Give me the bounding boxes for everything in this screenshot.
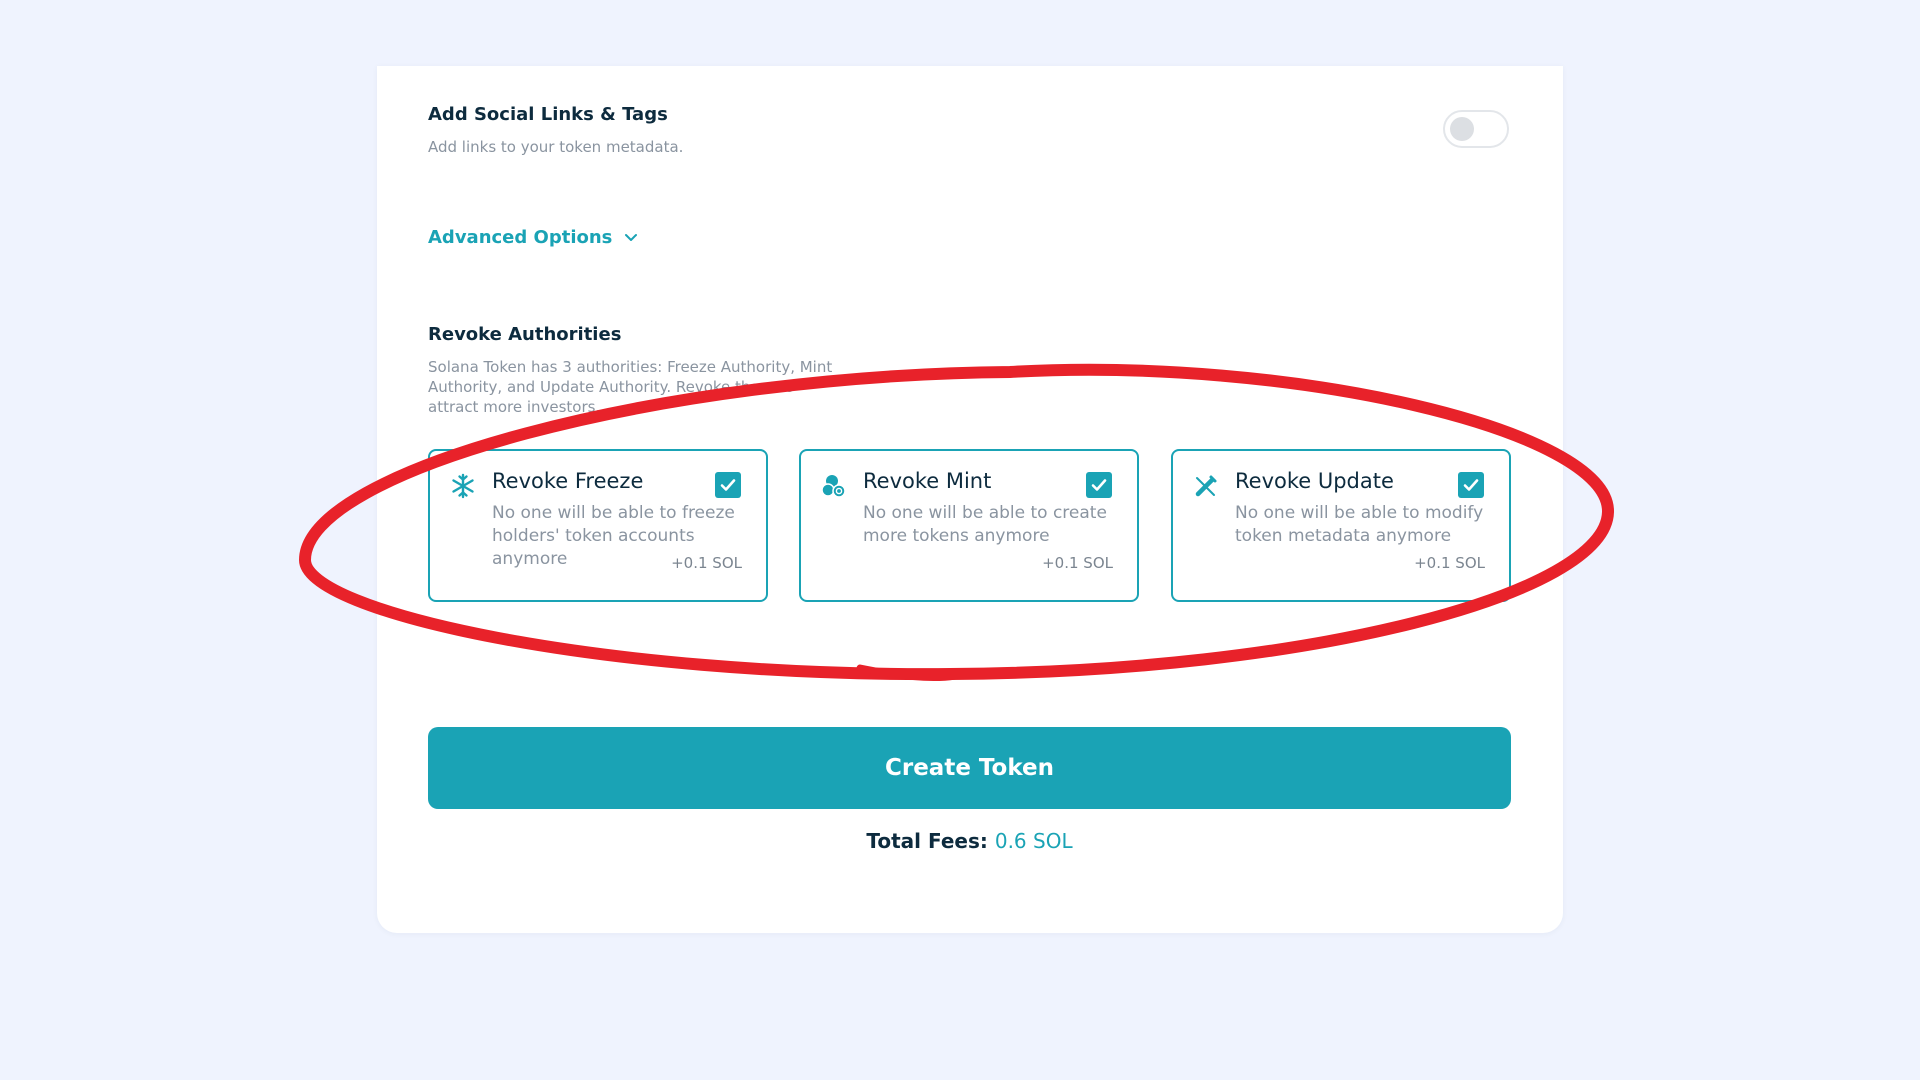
check-icon (1463, 479, 1479, 491)
coins-icon (821, 475, 846, 498)
revoke-authorities-title: Revoke Authorities (428, 324, 622, 345)
revoke-update-title: Revoke Update (1235, 469, 1394, 493)
toggle-knob (1450, 117, 1474, 141)
total-fees: Total Fees: 0.6 SOL (428, 829, 1511, 853)
revoke-mint-title: Revoke Mint (863, 469, 992, 493)
create-token-button[interactable]: Create Token (428, 727, 1511, 809)
social-links-description: Add links to your token metadata. (428, 138, 684, 156)
revoke-update-checkbox[interactable] (1458, 472, 1484, 498)
chevron-down-icon (625, 233, 638, 241)
revoke-freeze-checkbox[interactable] (715, 472, 741, 498)
total-fees-value: 0.6 SOL (994, 829, 1073, 853)
snowflake-icon (452, 473, 474, 499)
revoke-mint-description: No one will be able to create more token… (863, 503, 1107, 546)
revoke-mint-card[interactable]: Revoke Mint No one will be able to creat… (799, 449, 1139, 602)
total-fees-label: Total Fees: (866, 829, 988, 853)
revoke-mint-fee: +0.1 SOL (1042, 554, 1113, 572)
social-links-title: Add Social Links & Tags (428, 104, 668, 125)
social-links-toggle[interactable] (1443, 110, 1509, 148)
revoke-update-card[interactable]: Revoke Update No one will be able to mod… (1171, 449, 1511, 602)
advanced-options-toggle[interactable]: Advanced Options (428, 227, 638, 248)
revoke-freeze-card[interactable]: Revoke Freeze No one will be able to fre… (428, 449, 768, 602)
revoke-freeze-title: Revoke Freeze (492, 469, 644, 493)
revoke-update-fee: +0.1 SOL (1414, 554, 1485, 572)
revoke-freeze-fee: +0.1 SOL (671, 554, 742, 572)
pen-icon (1195, 475, 1217, 497)
check-icon (720, 479, 736, 491)
advanced-options-label: Advanced Options (428, 227, 613, 248)
check-icon (1091, 479, 1107, 491)
revoke-mint-checkbox[interactable] (1086, 472, 1112, 498)
revoke-update-description: No one will be able to modify token meta… (1235, 503, 1484, 546)
revoke-authorities-description: Solana Token has 3 authorities: Freeze A… (428, 358, 833, 416)
